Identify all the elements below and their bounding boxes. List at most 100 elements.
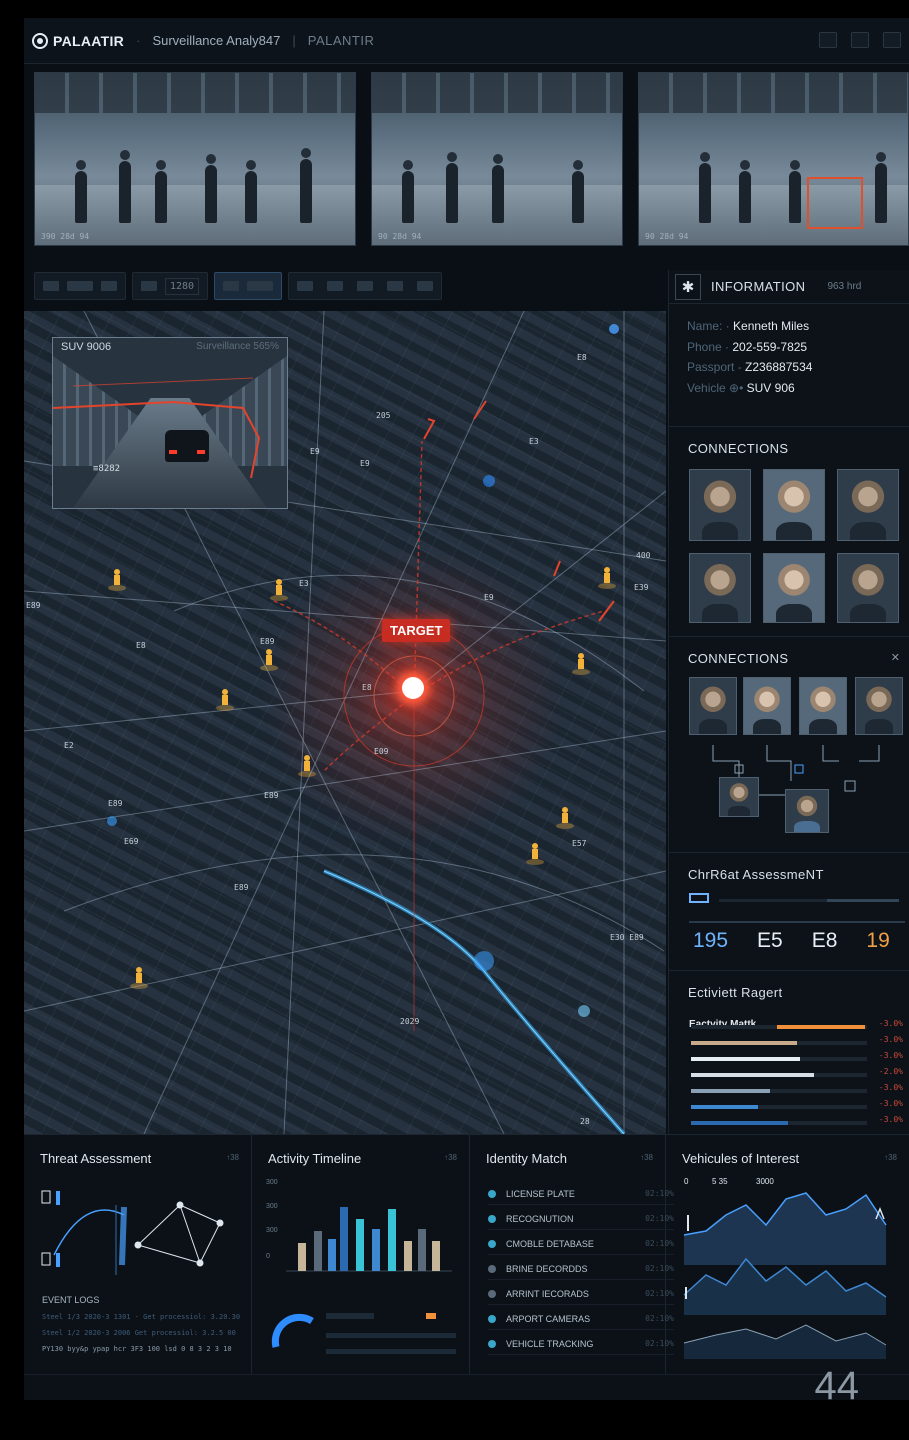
network-avatar[interactable] bbox=[785, 789, 829, 833]
activity-bar-row: -3.0% bbox=[691, 1115, 903, 1131]
layer-tools[interactable] bbox=[34, 272, 126, 300]
identity-row[interactable]: ARRINT IECORADS 02:10% bbox=[488, 1283, 674, 1305]
log-line: Steel 1/2 2020-3 2006 Get processiol: 3.… bbox=[42, 1329, 236, 1337]
layer-icon[interactable] bbox=[43, 281, 59, 291]
chr-indicator-icon bbox=[689, 893, 709, 903]
view-icon[interactable] bbox=[67, 281, 93, 291]
activity-bar-row: -3.0% bbox=[691, 1051, 903, 1067]
right-panel: ✱ INFORMATION 963 hrd Name: · Kenneth Mi… bbox=[668, 270, 909, 1134]
activity-bar bbox=[691, 1105, 758, 1109]
camera-feed-1[interactable]: 390 28d 94 bbox=[34, 72, 356, 246]
activity-bar-value: -3.0% bbox=[878, 1019, 903, 1028]
zoom-level[interactable]: 1280 bbox=[165, 277, 200, 295]
identity-row[interactable]: VEHICLE TRACKING 02:10% bbox=[488, 1333, 674, 1355]
app-subtitle: PALANTIR bbox=[307, 33, 375, 48]
grid-icon[interactable] bbox=[851, 32, 869, 48]
bottom-dashboard: Threat Assessment ↑38 EVENT LOGS Steel 1… bbox=[24, 1134, 909, 1400]
draw-tools[interactable] bbox=[214, 272, 283, 300]
target-marker[interactable] bbox=[402, 677, 424, 699]
tracking-box bbox=[807, 177, 863, 229]
identity-row[interactable]: LICENSE PLATE 02:10% bbox=[488, 1183, 674, 1205]
pin-icon[interactable] bbox=[141, 281, 157, 291]
feed-timestamp: 390 28d 94 bbox=[41, 232, 90, 241]
subject-info: Name: · Kenneth Miles Phone · 202-559-78… bbox=[687, 319, 813, 395]
person-marker[interactable] bbox=[108, 569, 126, 591]
line-icon[interactable] bbox=[247, 281, 274, 291]
analysis-tools[interactable] bbox=[288, 272, 443, 300]
connection-avatar[interactable] bbox=[689, 469, 751, 541]
connection-avatar[interactable] bbox=[763, 469, 825, 541]
person-marker[interactable] bbox=[298, 755, 316, 777]
person-marker[interactable] bbox=[216, 689, 234, 711]
camera-feed-3[interactable]: 90 28d 94 bbox=[638, 72, 909, 246]
gear-icon[interactable]: ✱ bbox=[675, 273, 701, 300]
activity-bar bbox=[691, 1121, 788, 1125]
person-marker[interactable] bbox=[556, 807, 574, 829]
subject-vehicle: SUV 906 bbox=[746, 380, 795, 395]
stat-value: E5 bbox=[757, 929, 783, 952]
stat-value: 19 bbox=[866, 929, 890, 952]
feed-timestamp: 90 28d 94 bbox=[645, 232, 689, 241]
identity-row[interactable]: ARPORT CAMERAS 02:10% bbox=[488, 1308, 674, 1330]
connection-avatar[interactable] bbox=[837, 553, 899, 623]
subject-name: Kenneth Miles bbox=[733, 319, 810, 333]
log-line: PY130 byy&p ypap hcr 3F3 100 lsd 0 8 3 2… bbox=[42, 1345, 232, 1353]
zoom-tools[interactable]: 1280 bbox=[132, 272, 209, 300]
network-avatar[interactable] bbox=[719, 777, 759, 817]
window-controls bbox=[819, 32, 901, 48]
log-line: Steel 1/3 2020-3 1301 · Get processiol: … bbox=[42, 1313, 241, 1321]
stat-value: 195 bbox=[693, 929, 729, 952]
identity-row[interactable]: BRINE DECORDDS 02:10% bbox=[488, 1258, 674, 1280]
timeline-panel: Activity Timeline ↑38 300 300 300 0 bbox=[252, 1135, 470, 1375]
network-avatar[interactable] bbox=[855, 677, 903, 735]
export-icon[interactable] bbox=[417, 281, 434, 291]
measure-icon[interactable] bbox=[297, 281, 314, 291]
map-toolbar: 1280 bbox=[34, 270, 634, 302]
network-avatar[interactable] bbox=[743, 677, 791, 735]
activity-bar-value: -2.0% bbox=[878, 1067, 903, 1076]
chr-stats: 195 E5 E8 19 bbox=[693, 929, 890, 953]
vehicle-inset-feed[interactable]: SUV 9006 Surveillance 565% ≡8282 bbox=[52, 337, 288, 509]
connections-network: CONNECTIONS ✕ bbox=[669, 636, 909, 852]
list-icon[interactable] bbox=[387, 281, 404, 291]
activity-bar bbox=[691, 1089, 771, 1093]
scan-icon[interactable] bbox=[357, 281, 374, 291]
connection-avatar[interactable] bbox=[689, 553, 751, 623]
inset-meta: Surveillance 565% bbox=[196, 341, 279, 352]
person-marker[interactable] bbox=[260, 649, 278, 671]
pointer-icon[interactable] bbox=[223, 281, 240, 291]
identity-row[interactable]: RECOGNUTION 02:10% bbox=[488, 1208, 674, 1230]
expand-icon[interactable] bbox=[883, 32, 901, 48]
stat-value: E8 bbox=[811, 929, 838, 952]
person-marker[interactable] bbox=[572, 653, 590, 675]
activity-bar bbox=[777, 1025, 865, 1029]
person-marker[interactable] bbox=[130, 967, 148, 989]
settings-icon[interactable] bbox=[819, 32, 837, 48]
palantir-logo-icon bbox=[32, 32, 48, 49]
camera-icon[interactable] bbox=[327, 281, 344, 291]
vehicles-chart bbox=[683, 1192, 887, 1359]
connection-avatar[interactable] bbox=[763, 553, 825, 623]
activity-report: Ectiviett Ragert Eactvity Mattk -3.0%-3.… bbox=[669, 970, 909, 1134]
person-marker[interactable] bbox=[270, 579, 288, 601]
information-title: INFORMATION bbox=[711, 279, 806, 294]
feed-timestamp: 90 28d 94 bbox=[378, 232, 422, 241]
connection-avatar[interactable] bbox=[837, 469, 899, 541]
identity-row[interactable]: CMOBLE DETABASE 02:10% bbox=[488, 1233, 674, 1255]
network-avatar[interactable] bbox=[689, 677, 737, 735]
filter-icon[interactable] bbox=[101, 281, 117, 291]
city-map[interactable]: 205 E9 E9 E3 E8 400 E39 E3 E9 E89 E8 E8 … bbox=[24, 311, 666, 1134]
person-marker[interactable] bbox=[526, 843, 544, 865]
chr-assessment: ChrR6at AssessmeNT 195 E5 E8 19 bbox=[669, 852, 909, 970]
activity-bar bbox=[691, 1041, 797, 1045]
network-avatar[interactable] bbox=[799, 677, 847, 735]
activity-bar-row: -3.0% bbox=[691, 1083, 903, 1099]
information-meta: 963 hrd bbox=[827, 281, 862, 292]
activity-report-title: Ectiviett Ragert bbox=[688, 985, 783, 1000]
person-marker[interactable] bbox=[598, 567, 616, 589]
identity-panel: Identity Match ↑38 LICENSE PLATE 02:10% R… bbox=[470, 1135, 674, 1375]
threat-graph bbox=[41, 1190, 224, 1275]
activity-bar-value: -3.0% bbox=[878, 1115, 903, 1124]
target-label[interactable]: TARGET bbox=[382, 619, 451, 642]
camera-feed-2[interactable]: 90 28d 94 bbox=[371, 72, 623, 246]
